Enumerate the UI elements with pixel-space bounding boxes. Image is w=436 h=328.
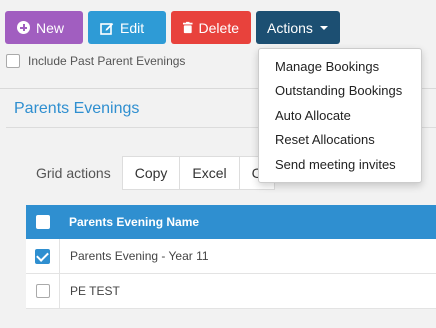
edit-icon bbox=[100, 22, 114, 35]
toolbar: New Edit Delete Actions bbox=[5, 11, 340, 44]
new-button[interactable]: New bbox=[5, 11, 83, 44]
select-all-cell bbox=[26, 215, 59, 229]
select-all-checkbox[interactable] bbox=[35, 215, 50, 229]
delete-button-label: Delete bbox=[198, 19, 239, 36]
row-name: PE TEST bbox=[70, 284, 120, 298]
actions-button-label: Actions bbox=[267, 19, 313, 36]
edit-button-label: Edit bbox=[120, 19, 145, 36]
row-checkbox-checked[interactable] bbox=[35, 248, 50, 264]
panel-title: Parents Evenings bbox=[14, 100, 140, 117]
excel-button[interactable]: Excel bbox=[179, 156, 240, 190]
copy-button[interactable]: Copy bbox=[121, 156, 181, 190]
table-row[interactable]: PE TEST bbox=[26, 274, 436, 309]
grid-actions-bar: Grid actions Copy Excel C bbox=[24, 156, 275, 190]
plus-circle-icon bbox=[17, 21, 30, 34]
parents-evening-grid: Parents Evening Name Parents Evening - Y… bbox=[26, 205, 436, 309]
include-past-checkbox[interactable] bbox=[6, 54, 20, 68]
row-select-cell bbox=[26, 284, 59, 298]
menu-item-manage-bookings[interactable]: Manage Bookings bbox=[259, 54, 421, 79]
edit-button[interactable]: Edit bbox=[88, 11, 166, 44]
grid-header-row: Parents Evening Name bbox=[26, 205, 436, 239]
new-button-label: New bbox=[36, 19, 65, 36]
actions-dropdown-menu: Manage Bookings Outstanding Bookings Aut… bbox=[258, 48, 422, 183]
menu-item-reset-allocations[interactable]: Reset Allocations bbox=[259, 128, 421, 153]
actions-dropdown-button[interactable]: Actions bbox=[256, 11, 340, 44]
menu-item-outstanding-bookings[interactable]: Outstanding Bookings bbox=[259, 79, 421, 104]
table-row[interactable]: Parents Evening - Year 11 bbox=[26, 239, 436, 274]
grid-actions-label: Grid actions bbox=[36, 165, 111, 181]
caret-down-icon bbox=[319, 25, 328, 30]
row-checkbox[interactable] bbox=[35, 284, 50, 298]
row-name: Parents Evening - Year 11 bbox=[70, 249, 209, 263]
menu-item-send-meeting-invites[interactable]: Send meeting invites bbox=[259, 152, 421, 177]
trash-icon bbox=[183, 21, 193, 34]
column-header-name[interactable]: Parents Evening Name bbox=[59, 215, 199, 229]
row-select-cell bbox=[26, 248, 59, 264]
menu-item-auto-allocate[interactable]: Auto Allocate bbox=[259, 103, 421, 128]
include-past-label: Include Past Parent Evenings bbox=[28, 54, 186, 68]
include-past-filter: Include Past Parent Evenings bbox=[6, 54, 185, 68]
delete-button[interactable]: Delete bbox=[171, 11, 251, 44]
